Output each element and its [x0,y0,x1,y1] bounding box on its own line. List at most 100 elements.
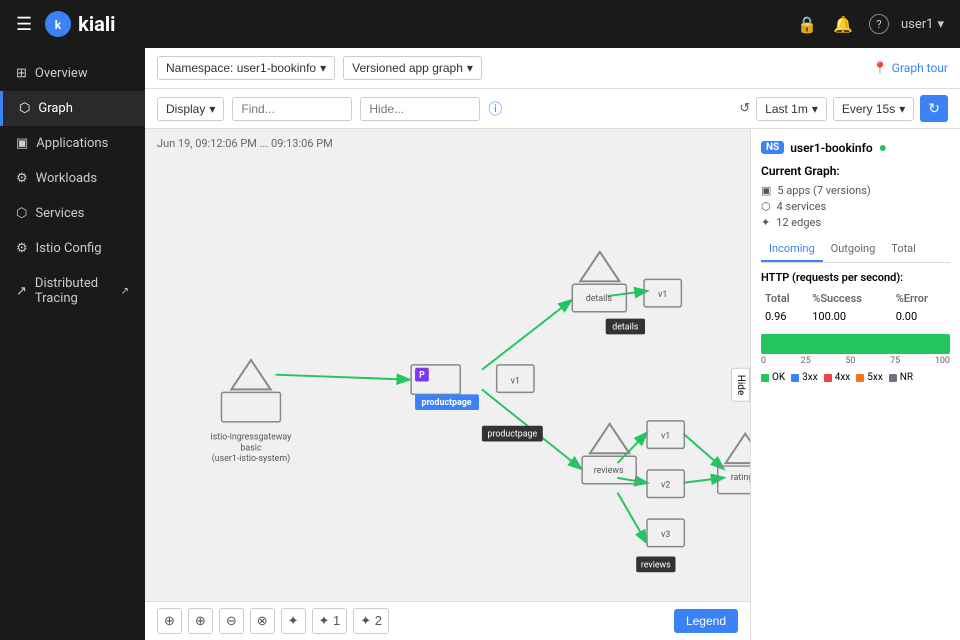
sidebar-item-label: Workloads [36,171,97,186]
namespace-label: Namespace: user1-bookinfo [166,61,316,75]
graph-icon: ⬡ [19,101,30,116]
sidebar-item-label: Applications [36,136,108,151]
svg-text:basic: basic [240,443,261,453]
panel-tabs: Incoming Outgoing Total [761,237,950,263]
sidebar-item-overview[interactable]: ⊞ Overview [0,56,145,91]
sidebar-item-workloads[interactable]: ⚙ Workloads [0,161,145,196]
hide-panel-button[interactable]: Hide [731,367,750,402]
svg-text:ratings: ratings [731,473,750,483]
graph-tour-link[interactable]: 📍 Graph tour [873,61,948,75]
chart-axis: 0 25 50 75 100 [761,356,950,366]
sidebar-item-services[interactable]: ⬡ Services [0,196,145,231]
find-input[interactable] [232,97,352,121]
legend-button[interactable]: Legend [674,609,738,633]
sidebar-item-label: Distributed Tracing [35,276,113,306]
edges-label: 12 edges [776,216,821,229]
legend-nr: NR [889,372,913,383]
svg-text:v1: v1 [661,432,670,442]
time-controls: ↺ Last 1m ▾ Every 15s ▾ ↻ [739,95,948,122]
legend-ok: OK [761,372,785,383]
http-table: Total %Success %Error 0.96 100.00 0.00 [761,290,950,326]
col-total: Total [761,290,808,307]
istio-config-icon: ⚙ [16,241,28,256]
services-label: 4 services [777,200,827,213]
graph-area: Jun 19, 09:12:06 PM ... 09:13:06 PM [145,129,960,640]
reset-button[interactable]: ⊗ [250,608,275,634]
svg-text:P: P [419,371,425,381]
svg-text:reviews: reviews [594,466,624,476]
legend-4xx: 4xx [824,372,851,383]
fit-button[interactable]: ⊕ [157,608,182,634]
zoom-out-button[interactable]: ⊖ [219,608,244,634]
display-chevron-icon: ▾ [209,102,215,116]
tour-link-icon: 📍 [873,61,888,75]
refresh-interval-dropdown[interactable]: Every 15s ▾ [833,97,914,121]
col-error: %Error [892,290,950,307]
svg-text:productpage: productpage [488,430,538,440]
last-time-dropdown[interactable]: Last 1m ▾ [756,97,827,121]
history-icon: ↺ [739,101,750,116]
right-panel: NS user1-bookinfo ● Current Graph: ▣ 5 a… [750,129,960,640]
tab-outgoing[interactable]: Outgoing [823,237,884,262]
sidebar-item-istio-config[interactable]: ⚙ Istio Config [0,231,145,266]
edges-icon: ✦ [761,216,770,229]
graph-canvas[interactable]: Jun 19, 09:12:06 PM ... 09:13:06 PM [145,129,750,640]
col-success: %Success [808,290,891,307]
apps-stat: ▣ 5 apps (7 versions) [761,184,950,197]
applications-icon: ▣ [16,136,28,151]
layout-auto-button[interactable]: ✦ [281,608,306,634]
ns-name: user1-bookinfo [790,141,872,155]
apps-icon: ▣ [761,184,771,197]
toolbar-row2: Display ▾ ⓘ ↺ Last 1m ▾ Every 15s ▾ ↻ [145,89,960,129]
legend-3xx-label: 3xx [802,372,818,383]
graph-svg: istio-ingressgateway basic (user1-istio-… [145,129,750,640]
svg-text:istio-ingressgateway: istio-ingressgateway [211,433,293,443]
table-row: 0.96 100.00 0.00 [761,307,950,326]
namespace-dropdown[interactable]: Namespace: user1-bookinfo ▾ [157,56,335,80]
health-indicator: ● [879,139,887,156]
svg-text:details: details [586,294,613,304]
layout1-button[interactable]: ✦ 1 [312,608,348,634]
current-graph-title: Current Graph: [761,164,950,178]
hamburger-icon[interactable]: ☰ [16,14,32,35]
info-icon: ⓘ [488,99,502,119]
svg-text:reviews: reviews [641,560,671,570]
sidebar-item-applications[interactable]: ▣ Applications [0,126,145,161]
user-menu[interactable]: user1 ▾ [901,17,944,32]
svg-text:v1: v1 [511,377,520,387]
legend-5xx: 5xx [856,372,883,383]
user-chevron-icon: ▾ [937,17,944,32]
chart-legend: OK 3xx 4xx 5xx [761,372,950,383]
svg-text:v1: v1 [658,290,667,300]
display-dropdown[interactable]: Display ▾ [157,97,224,121]
chart-bar [761,334,950,354]
cell-total: 0.96 [761,307,808,326]
last-time-chevron-icon: ▾ [812,102,818,116]
overview-icon: ⊞ [16,66,27,81]
legend-nr-label: NR [900,372,913,383]
apps-label: 5 apps (7 versions) [777,184,870,197]
http-title: HTTP (requests per second): [761,271,950,284]
tab-incoming[interactable]: Incoming [761,237,823,262]
svg-text:k: k [55,18,62,32]
sidebar-item-label: Services [35,206,84,221]
tab-total[interactable]: Total [883,237,924,262]
layout2-button[interactable]: ✦ 2 [353,608,389,634]
toolbar-row1: Namespace: user1-bookinfo ▾ Versioned ap… [145,48,960,89]
zoom-in-button[interactable]: ⊕ [188,608,213,634]
legend-4xx-label: 4xx [835,372,851,383]
sidebar-item-graph[interactable]: ⬡ Graph [0,91,145,126]
sidebar-item-distributed-tracing[interactable]: ↗ Distributed Tracing ↗ [0,266,145,316]
legend-ok-label: OK [772,372,785,383]
graph-type-dropdown[interactable]: Versioned app graph ▾ [343,56,482,80]
namespace-chevron-icon: ▾ [320,61,326,75]
legend-3xx: 3xx [791,372,818,383]
refresh-interval-label: Every 15s [842,102,895,116]
help-icon[interactable]: ? [869,14,889,34]
refresh-button[interactable]: ↻ [920,95,948,122]
svg-text:(user1-istio-system): (user1-istio-system) [212,453,290,464]
sidebar-item-label: Overview [35,66,88,81]
hide-input[interactable] [360,97,480,121]
bell-icon[interactable]: 🔔 [833,15,853,34]
tracing-icon: ↗ [16,284,27,299]
